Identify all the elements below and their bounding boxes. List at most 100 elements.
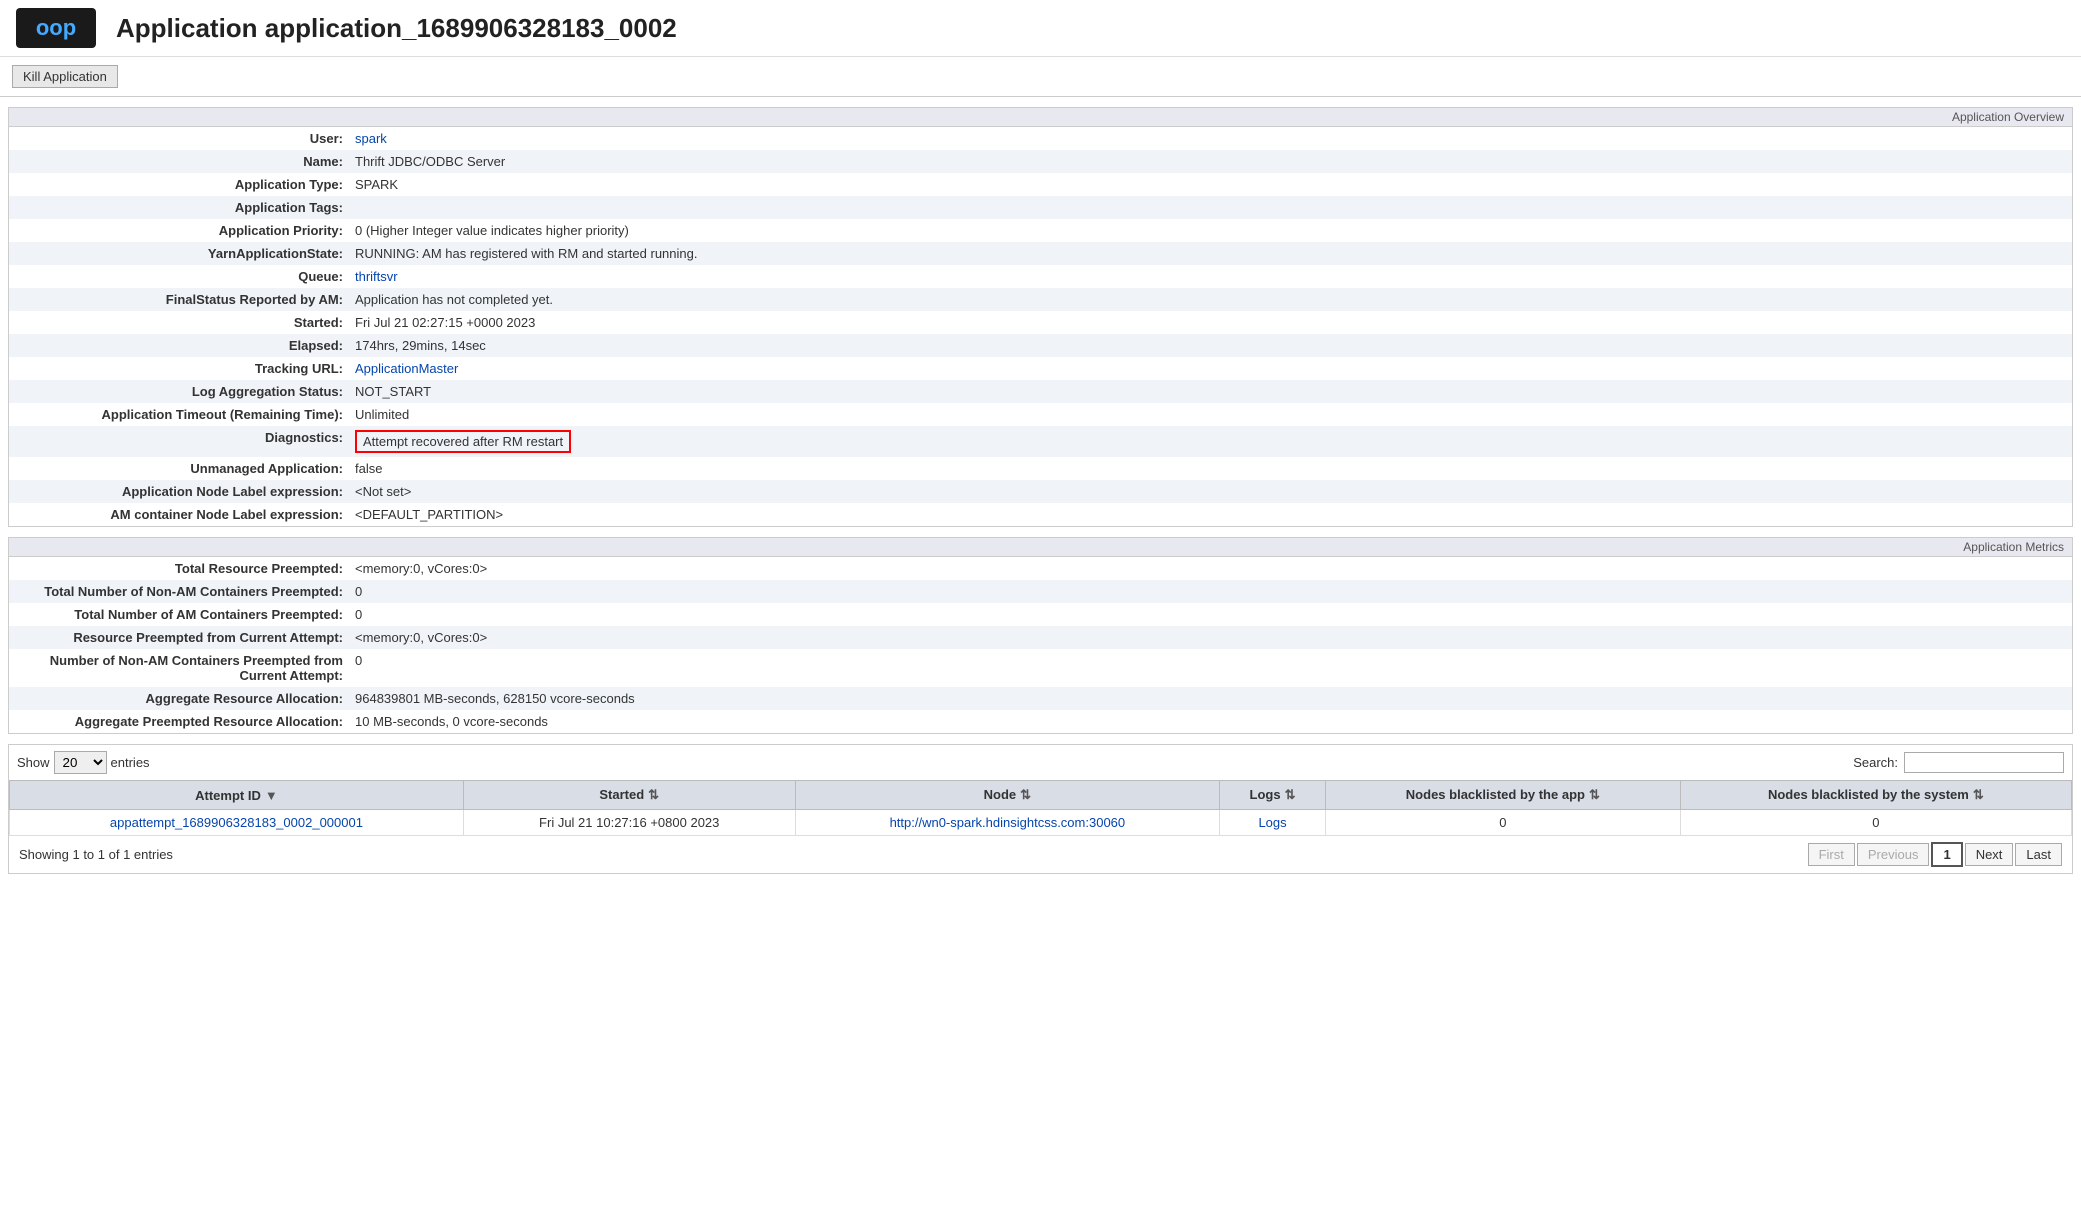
node-cell: http://wn0-spark.hdinsightcss.com:30060 bbox=[795, 810, 1220, 836]
overview-value-12: Unlimited bbox=[349, 403, 2072, 426]
metrics-table: Total Resource Preempted:<memory:0, vCor… bbox=[9, 557, 2072, 733]
metrics-label-5: Aggregate Resource Allocation: bbox=[9, 687, 349, 710]
first-page-button[interactable]: First bbox=[1808, 843, 1855, 866]
last-page-button[interactable]: Last bbox=[2015, 843, 2062, 866]
overview-value-2: SPARK bbox=[349, 173, 2072, 196]
overview-value-15: <Not set> bbox=[349, 480, 2072, 503]
attempt-id-cell: appattempt_1689906328183_0002_000001 bbox=[10, 810, 464, 836]
pagination-buttons: First Previous 1 Next Last bbox=[1808, 842, 2062, 867]
metrics-label-4: Number of Non-AM Containers Preempted fr… bbox=[9, 649, 349, 687]
overview-label-16: AM container Node Label expression: bbox=[9, 503, 349, 526]
overview-label-11: Log Aggregation Status: bbox=[9, 380, 349, 403]
metrics-value-4: 0 bbox=[349, 649, 2072, 687]
show-label: Show bbox=[17, 755, 50, 770]
metrics-value-0: <memory:0, vCores:0> bbox=[349, 557, 2072, 580]
showing-text: Showing 1 to 1 of 1 entries bbox=[19, 847, 173, 862]
overview-value-3 bbox=[349, 196, 2072, 219]
table-controls: Show 102050100 entries Search: bbox=[9, 745, 2072, 780]
overview-value-4: 0 (Higher Integer value indicates higher… bbox=[349, 219, 2072, 242]
col-header-2[interactable]: Node⇅ bbox=[795, 781, 1220, 810]
overview-value-14: false bbox=[349, 457, 2072, 480]
overview-link-10[interactable]: ApplicationMaster bbox=[355, 361, 458, 376]
overview-value-13: Attempt recovered after RM restart bbox=[349, 426, 2072, 457]
blacklisted-app-cell: 0 bbox=[1325, 810, 1680, 836]
overview-value-16: <DEFAULT_PARTITION> bbox=[349, 503, 2072, 526]
attempts-table: Attempt ID▼Started⇅Node⇅Logs⇅Nodes black… bbox=[9, 780, 2072, 836]
overview-label-13: Diagnostics: bbox=[9, 426, 349, 457]
overview-label-3: Application Tags: bbox=[9, 196, 349, 219]
sort-icon-5: ⇅ bbox=[1973, 787, 1984, 803]
node-link[interactable]: http://wn0-spark.hdinsightcss.com:30060 bbox=[890, 815, 1126, 830]
next-page-button[interactable]: Next bbox=[1965, 843, 2014, 866]
logs-link[interactable]: Logs bbox=[1258, 815, 1286, 830]
previous-page-button[interactable]: Previous bbox=[1857, 843, 1930, 866]
diagnostics-highlight: Attempt recovered after RM restart bbox=[355, 430, 571, 453]
metrics-label-0: Total Resource Preempted: bbox=[9, 557, 349, 580]
col-header-5[interactable]: Nodes blacklisted by the system⇅ bbox=[1680, 781, 2071, 810]
overview-table: User:sparkName:Thrift JDBC/ODBC ServerAp… bbox=[9, 127, 2072, 526]
overview-value-1: Thrift JDBC/ODBC Server bbox=[349, 150, 2072, 173]
sort-icon-1: ⇅ bbox=[648, 787, 659, 803]
overview-value-6: thriftsvr bbox=[349, 265, 2072, 288]
overview-label-6: Queue: bbox=[9, 265, 349, 288]
overview-value-5: RUNNING: AM has registered with RM and s… bbox=[349, 242, 2072, 265]
metrics-value-1: 0 bbox=[349, 580, 2072, 603]
overview-label-7: FinalStatus Reported by AM: bbox=[9, 288, 349, 311]
metrics-label-1: Total Number of Non-AM Containers Preemp… bbox=[9, 580, 349, 603]
pagination-row: Showing 1 to 1 of 1 entries First Previo… bbox=[9, 836, 2072, 873]
metrics-label-3: Resource Preempted from Current Attempt: bbox=[9, 626, 349, 649]
sort-icon-3: ⇅ bbox=[1285, 787, 1296, 803]
overview-value-0: spark bbox=[349, 127, 2072, 150]
overview-link-0[interactable]: spark bbox=[355, 131, 387, 146]
started-cell: Fri Jul 21 10:27:16 +0800 2023 bbox=[463, 810, 795, 836]
application-overview-section: Application Overview User: spark Name:Thri… bbox=[8, 107, 2073, 527]
overview-label-9: Elapsed: bbox=[9, 334, 349, 357]
show-entries-control: Show 102050100 entries bbox=[17, 751, 150, 774]
metrics-label-6: Aggregate Preempted Resource Allocation: bbox=[9, 710, 349, 733]
sort-icon-0: ▼ bbox=[265, 788, 278, 803]
entries-select[interactable]: 102050100 bbox=[54, 751, 107, 774]
overview-label-2: Application Type: bbox=[9, 173, 349, 196]
overview-value-7: Application has not completed yet. bbox=[349, 288, 2072, 311]
attempts-section: Show 102050100 entries Search: Attempt I… bbox=[8, 744, 2073, 874]
overview-label-10: Tracking URL: bbox=[9, 357, 349, 380]
col-header-3[interactable]: Logs⇅ bbox=[1220, 781, 1326, 810]
metrics-value-3: <memory:0, vCores:0> bbox=[349, 626, 2072, 649]
col-header-1[interactable]: Started⇅ bbox=[463, 781, 795, 810]
overview-label-8: Started: bbox=[9, 311, 349, 334]
sort-icon-2: ⇅ bbox=[1020, 787, 1031, 803]
overview-label-0: User: bbox=[9, 127, 349, 150]
overview-label-12: Application Timeout (Remaining Time): bbox=[9, 403, 349, 426]
overview-link-6[interactable]: thriftsvr bbox=[355, 269, 398, 284]
overview-label-5: YarnApplicationState: bbox=[9, 242, 349, 265]
blacklisted-system-cell: 0 bbox=[1680, 810, 2071, 836]
search-label: Search: bbox=[1853, 755, 1898, 770]
metrics-label-2: Total Number of AM Containers Preempted: bbox=[9, 603, 349, 626]
metrics-value-5: 964839801 MB-seconds, 628150 vcore-secon… bbox=[349, 687, 2072, 710]
metrics-section-header: Application Metrics bbox=[9, 538, 2072, 557]
overview-label-1: Name: bbox=[9, 150, 349, 173]
search-control: Search: bbox=[1853, 752, 2064, 773]
logs-cell: Logs bbox=[1220, 810, 1326, 836]
kill-application-button[interactable]: Kill Application bbox=[12, 65, 118, 88]
overview-label-15: Application Node Label expression: bbox=[9, 480, 349, 503]
page-title: Application application_1689906328183_00… bbox=[116, 13, 677, 44]
col-header-0[interactable]: Attempt ID▼ bbox=[10, 781, 464, 810]
attempt-id-link[interactable]: appattempt_1689906328183_0002_000001 bbox=[110, 815, 363, 830]
entries-label: entries bbox=[111, 755, 150, 770]
kill-btn-row: Kill Application bbox=[0, 57, 2081, 97]
metrics-value-2: 0 bbox=[349, 603, 2072, 626]
hadoop-logo: oop bbox=[16, 8, 96, 48]
overview-label-4: Application Priority: bbox=[9, 219, 349, 242]
overview-section-header: Application Overview bbox=[9, 108, 2072, 127]
overview-value-11: NOT_START bbox=[349, 380, 2072, 403]
current-page-button[interactable]: 1 bbox=[1931, 842, 1962, 867]
table-row: appattempt_1689906328183_0002_000001 Fri … bbox=[10, 810, 2072, 836]
overview-value-8: Fri Jul 21 02:27:15 +0000 2023 bbox=[349, 311, 2072, 334]
col-header-4[interactable]: Nodes blacklisted by the app⇅ bbox=[1325, 781, 1680, 810]
search-input[interactable] bbox=[1904, 752, 2064, 773]
overview-value-9: 174hrs, 29mins, 14sec bbox=[349, 334, 2072, 357]
overview-value-10: ApplicationMaster bbox=[349, 357, 2072, 380]
overview-label-14: Unmanaged Application: bbox=[9, 457, 349, 480]
sort-icon-4: ⇅ bbox=[1589, 787, 1600, 803]
